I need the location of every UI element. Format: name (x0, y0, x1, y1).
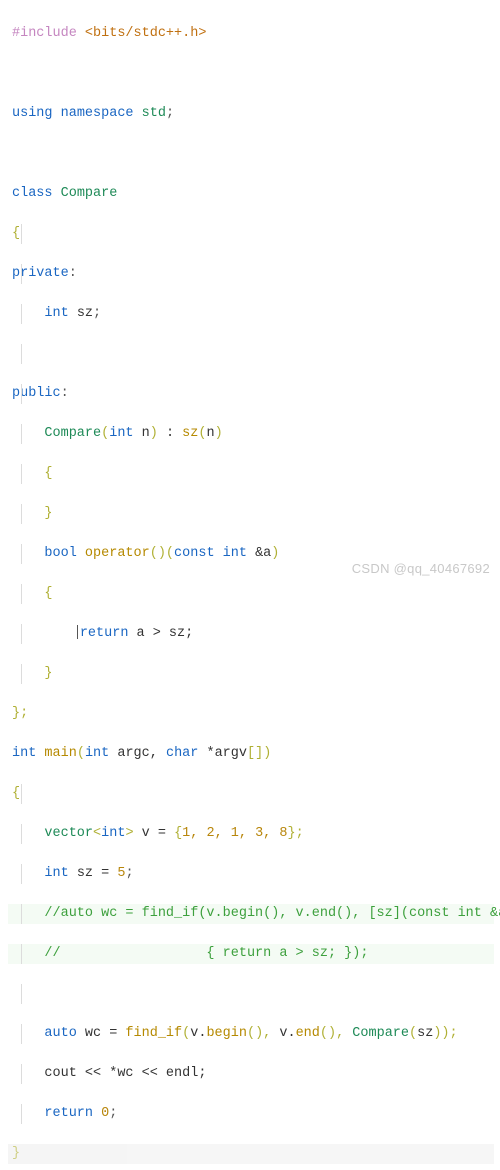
code-line: class Compare (8, 184, 494, 204)
code-line: Compare(int n) : sz(n) (8, 424, 494, 444)
preprocessor: #include (12, 26, 77, 41)
code-line (8, 144, 494, 164)
code-line: { (8, 224, 494, 244)
watermark-text: CSDN @qq_40467692 (352, 559, 490, 579)
code-line: { (8, 584, 494, 604)
code-line: int sz = 5; (8, 864, 494, 884)
code-line: auto wc = find_if(v.begin(), v.end(), Co… (8, 1024, 494, 1044)
code-line (8, 984, 494, 1004)
code-line: } (8, 504, 494, 524)
code-line: //auto wc = find_if(v.begin(), v.end(), … (8, 904, 494, 924)
code-line: } (8, 1144, 494, 1164)
code-line: vector<int> v = {1, 2, 1, 3, 8}; (8, 824, 494, 844)
code-line (8, 64, 494, 84)
code-line: // { return a > sz; }); (8, 944, 494, 964)
code-line: using namespace std; (8, 104, 494, 124)
code-line: int sz; (8, 304, 494, 324)
comment: //auto wc = find_if(v.begin(), v.end(), … (44, 906, 500, 921)
code-line: }; (8, 704, 494, 724)
code-line: public: (8, 384, 494, 404)
cursor-icon (77, 625, 78, 639)
code-line: int main(int argc, char *argv[]) (8, 744, 494, 764)
code-line: { (8, 464, 494, 484)
code-block: #include <bits/stdc++.h> using namespace… (0, 0, 500, 1170)
code-line: private: (8, 264, 494, 284)
header-path: <bits/stdc++.h> (77, 26, 207, 41)
code-line: } (8, 664, 494, 684)
code-line: #include <bits/stdc++.h> (8, 24, 494, 44)
code-line: { (8, 784, 494, 804)
comment: // { return a > sz; }); (44, 946, 368, 961)
code-line: return 0; (8, 1104, 494, 1124)
code-line: cout << *wc << endl; (8, 1064, 494, 1084)
code-line (8, 344, 494, 364)
code-line: return a > sz; (8, 624, 494, 644)
